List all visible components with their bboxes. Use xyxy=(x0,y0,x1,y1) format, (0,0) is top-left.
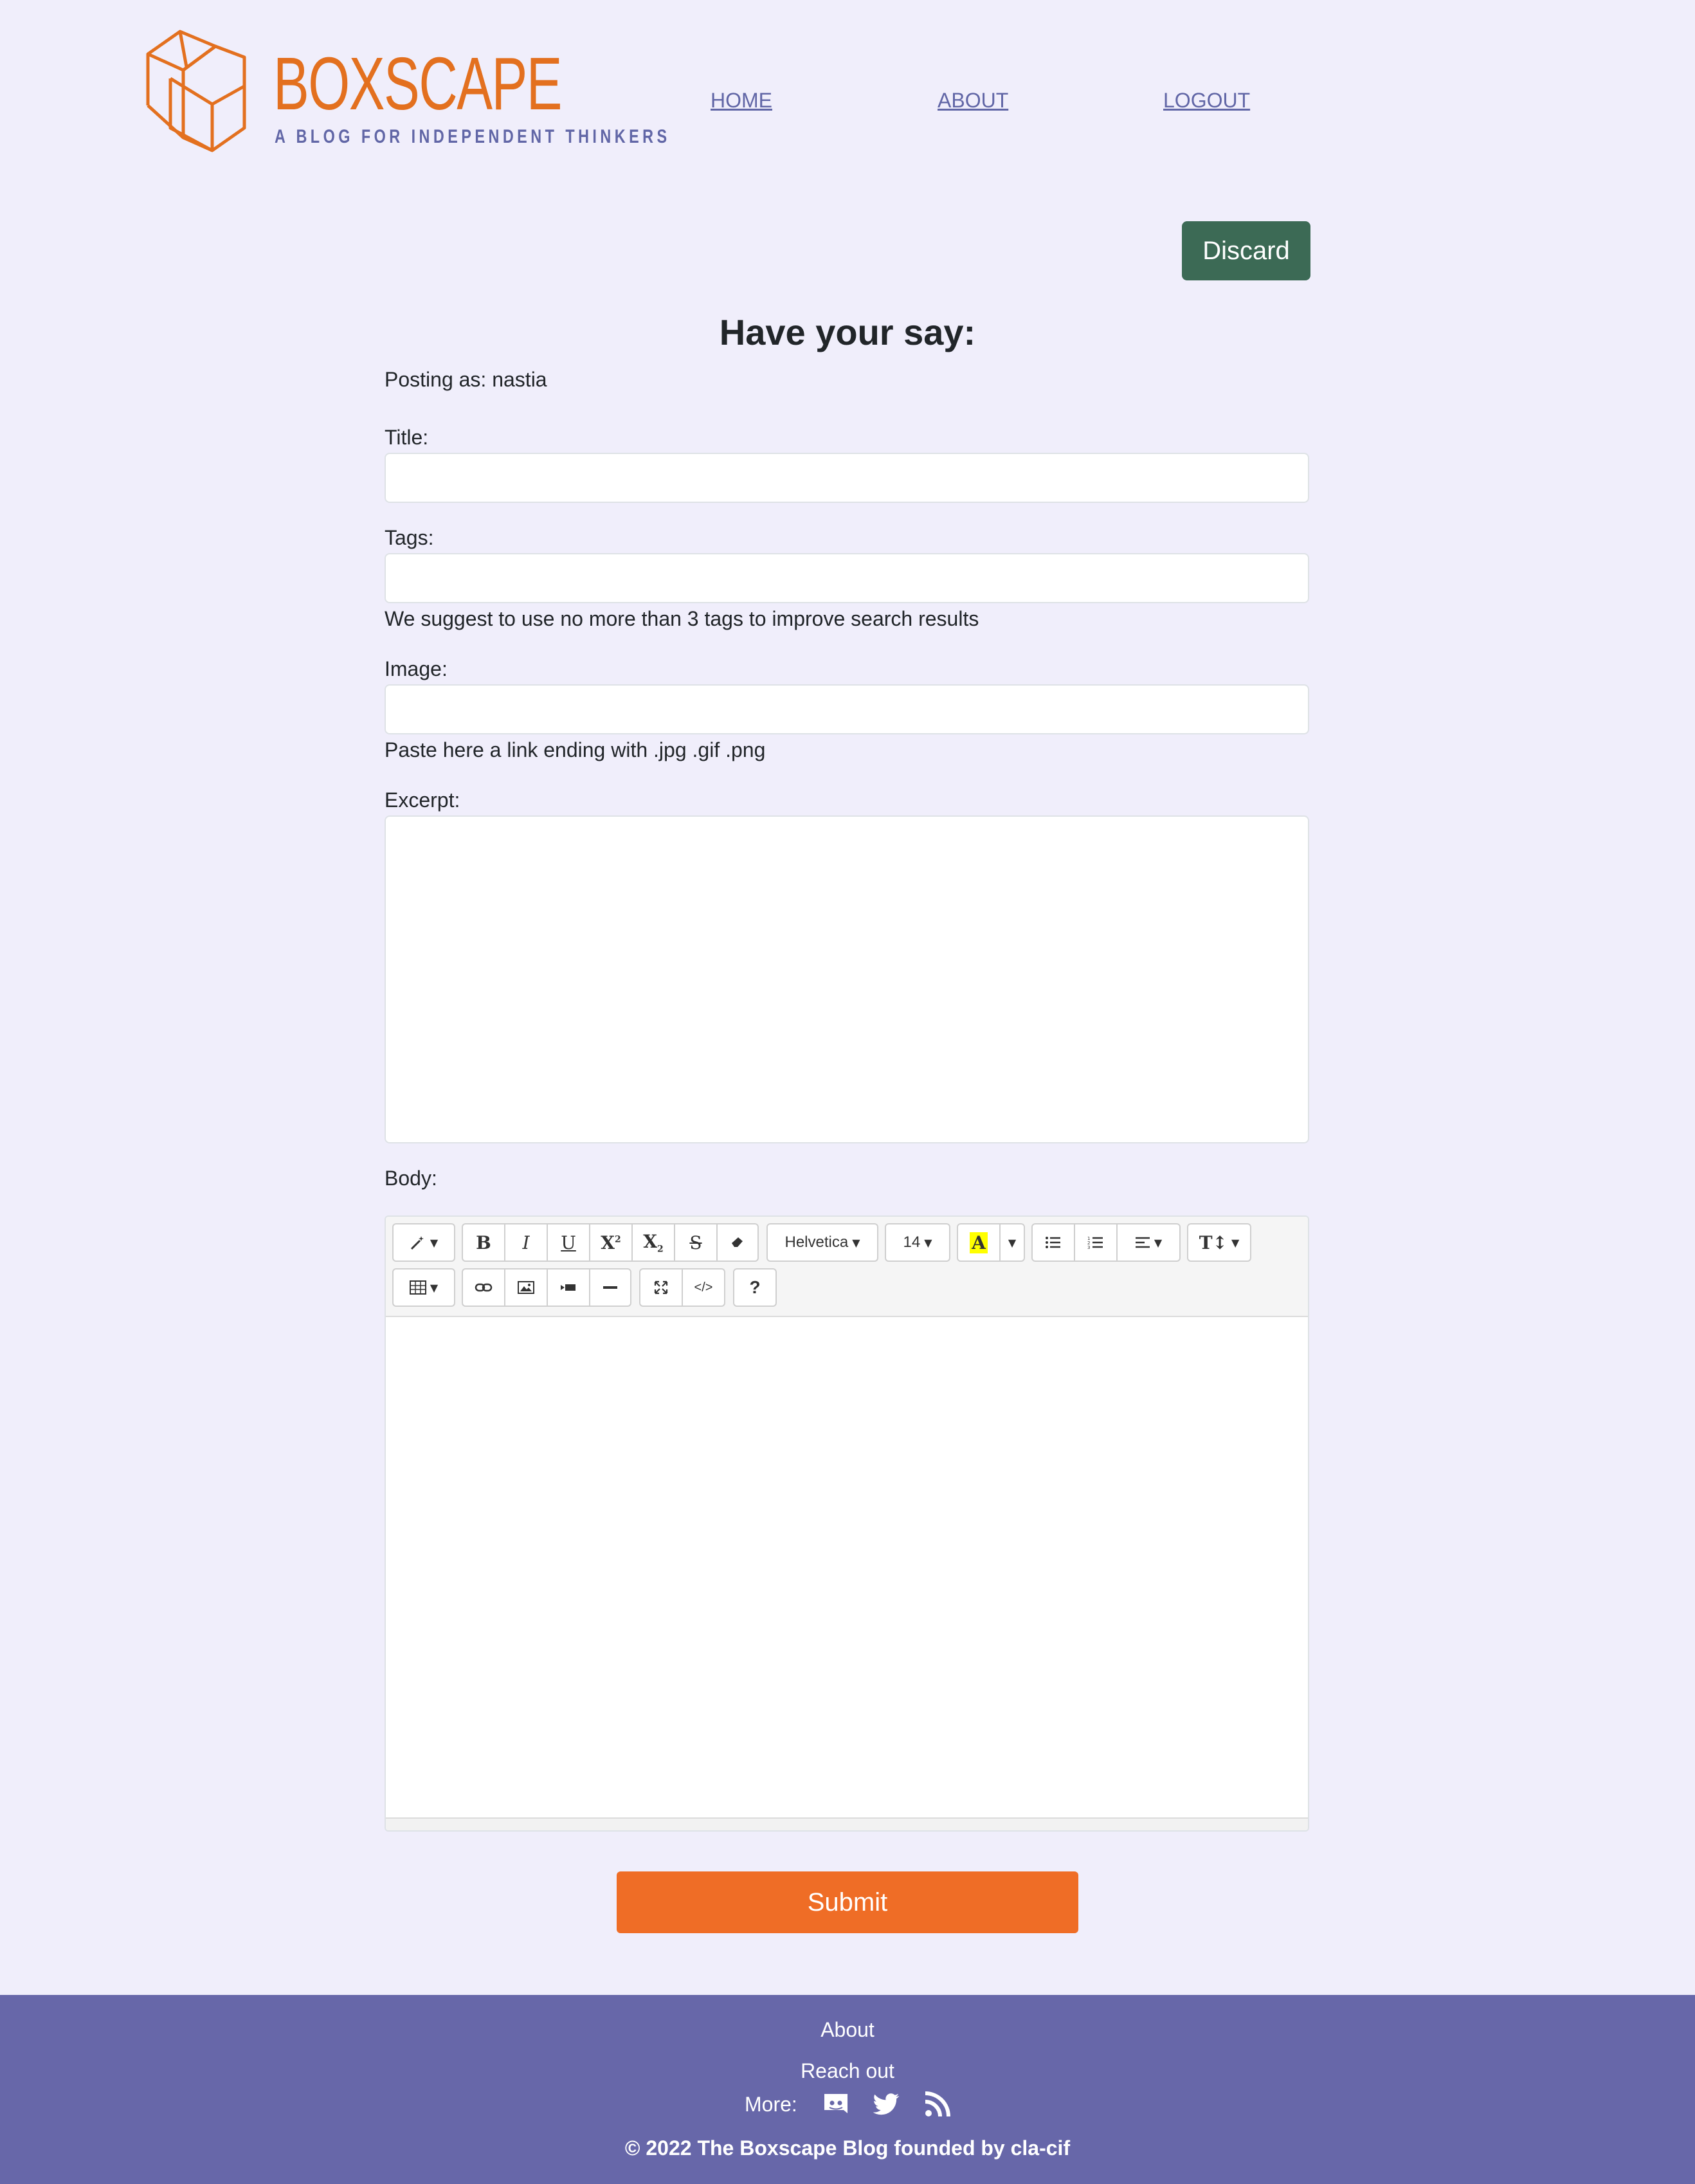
italic-icon: I xyxy=(522,1232,530,1253)
ordered-list-icon: 123 xyxy=(1087,1236,1103,1250)
insert-link-button[interactable] xyxy=(462,1268,505,1307)
eraser-icon xyxy=(732,1237,743,1247)
bold-icon: B xyxy=(476,1232,491,1253)
logo[interactable]: BOXSCAPE A BLOG FOR INDEPENDENT THINKERS xyxy=(141,28,667,163)
ordered-list-button[interactable]: 123 xyxy=(1074,1223,1118,1262)
highlight-button[interactable]: A xyxy=(957,1223,1001,1262)
footer-about-link[interactable]: About xyxy=(0,2018,1695,2042)
editor-resize-bar[interactable] xyxy=(386,1817,1308,1830)
strikethrough-icon: S xyxy=(689,1232,702,1253)
italic-button[interactable]: I xyxy=(504,1223,548,1262)
style-dropdown[interactable]: ▼ xyxy=(392,1223,455,1262)
horizontal-rule-icon xyxy=(603,1286,617,1289)
help-button[interactable]: ? xyxy=(733,1268,777,1307)
footer-reach-out-link[interactable]: Reach out xyxy=(0,2059,1695,2083)
font-family-dropdown[interactable]: Helvetica ▼ xyxy=(766,1223,878,1262)
rich-text-editor: ▼ B I U X2 X2 S Helvetica ▼ 14 ▼ A ▼ 123 ▼ xyxy=(385,1215,1309,1832)
font-family-value: Helvetica xyxy=(784,1233,849,1251)
unordered-list-button[interactable] xyxy=(1031,1223,1075,1262)
chevron-down-icon: ▼ xyxy=(430,1281,439,1294)
video-icon xyxy=(561,1284,576,1291)
image-label: Image: xyxy=(385,657,448,680)
submit-button[interactable]: Submit xyxy=(617,1871,1078,1933)
footer-more-label: More: xyxy=(745,2093,797,2116)
logo-tagline: A BLOG FOR INDEPENDENT THINKERS xyxy=(275,126,671,147)
chevron-down-icon: ▼ xyxy=(924,1236,932,1249)
line-height-dropdown[interactable]: T↕ ▼ xyxy=(1187,1223,1251,1262)
strikethrough-button[interactable]: S xyxy=(674,1223,718,1262)
twitter-icon[interactable] xyxy=(872,2090,900,2118)
chevron-down-icon: ▼ xyxy=(1154,1236,1163,1249)
unordered-list-icon xyxy=(1046,1237,1060,1248)
text-height-icon: T↕ xyxy=(1199,1232,1228,1253)
footer-copyright: © 2022 The Boxscape Blog founded by cla-… xyxy=(624,2136,1071,2160)
chevron-down-icon: ▼ xyxy=(1008,1236,1017,1249)
image-url-input[interactable] xyxy=(385,684,1309,734)
subscript-icon: X2 xyxy=(643,1230,664,1255)
paragraph-align-dropdown[interactable]: ▼ xyxy=(1116,1223,1181,1262)
horizontal-rule-button[interactable] xyxy=(589,1268,631,1307)
color-dropdown[interactable]: ▼ xyxy=(999,1223,1025,1262)
magic-icon xyxy=(410,1236,424,1250)
code-view-button[interactable]: </> xyxy=(682,1268,725,1307)
body-label: Body: xyxy=(385,1167,437,1190)
picture-icon xyxy=(518,1281,534,1294)
nav-home-link[interactable]: HOME xyxy=(711,89,772,113)
discard-button[interactable]: Discard xyxy=(1182,221,1310,280)
underline-button[interactable]: U xyxy=(547,1223,590,1262)
image-help-text: Paste here a link ending with .jpg .gif … xyxy=(385,738,766,761)
editor-body[interactable] xyxy=(386,1317,1308,1819)
font-size-value: 14 xyxy=(903,1233,921,1251)
underline-icon: U xyxy=(561,1232,576,1253)
rss-icon[interactable] xyxy=(923,2090,952,2118)
editor-toolbar: ▼ B I U X2 X2 S Helvetica ▼ 14 ▼ A ▼ 123 ▼ xyxy=(386,1217,1308,1317)
tags-help-text: We suggest to use no more than 3 tags to… xyxy=(385,607,979,630)
subscript-button[interactable]: X2 xyxy=(631,1223,675,1262)
table-dropdown[interactable]: ▼ xyxy=(392,1268,455,1307)
fullscreen-icon xyxy=(654,1280,668,1295)
discord-icon[interactable] xyxy=(822,2090,850,2118)
superscript-icon: X2 xyxy=(601,1232,621,1253)
superscript-button[interactable]: X2 xyxy=(589,1223,633,1262)
chevron-down-icon: ▼ xyxy=(430,1236,439,1249)
chevron-down-icon: ▼ xyxy=(1231,1236,1240,1249)
nav-logout-link[interactable]: LOGOUT xyxy=(1163,89,1250,113)
nav-about-link[interactable]: ABOUT xyxy=(938,89,1008,113)
excerpt-textarea[interactable] xyxy=(385,815,1309,1143)
site-footer: About Reach out More: © 2022 The Boxscap… xyxy=(0,1995,1695,2184)
tags-label: Tags: xyxy=(385,526,434,549)
box-logo-icon xyxy=(146,30,246,152)
insert-picture-button[interactable] xyxy=(504,1268,548,1307)
fullscreen-button[interactable] xyxy=(639,1268,683,1307)
code-view-icon: </> xyxy=(694,1280,713,1295)
table-icon xyxy=(409,1280,426,1295)
tags-input[interactable] xyxy=(385,553,1309,603)
bold-button[interactable]: B xyxy=(462,1223,505,1262)
chevron-down-icon: ▼ xyxy=(852,1236,860,1249)
page-title: Have your say: xyxy=(719,312,976,352)
help-icon: ? xyxy=(749,1277,761,1297)
svg-text:3: 3 xyxy=(1087,1245,1090,1250)
highlight-icon: A xyxy=(970,1232,988,1253)
insert-video-button[interactable] xyxy=(547,1268,590,1307)
clear-format-button[interactable] xyxy=(716,1223,759,1262)
link-icon xyxy=(475,1283,493,1292)
excerpt-label: Excerpt: xyxy=(385,788,460,812)
posting-as-text: Posting as: nastia xyxy=(385,368,547,391)
title-label: Title: xyxy=(385,426,429,449)
font-size-dropdown[interactable]: 14 ▼ xyxy=(885,1223,950,1262)
align-icon xyxy=(1135,1237,1150,1248)
title-input[interactable] xyxy=(385,453,1309,503)
logo-wordmark: BOXSCAPE xyxy=(273,42,562,125)
